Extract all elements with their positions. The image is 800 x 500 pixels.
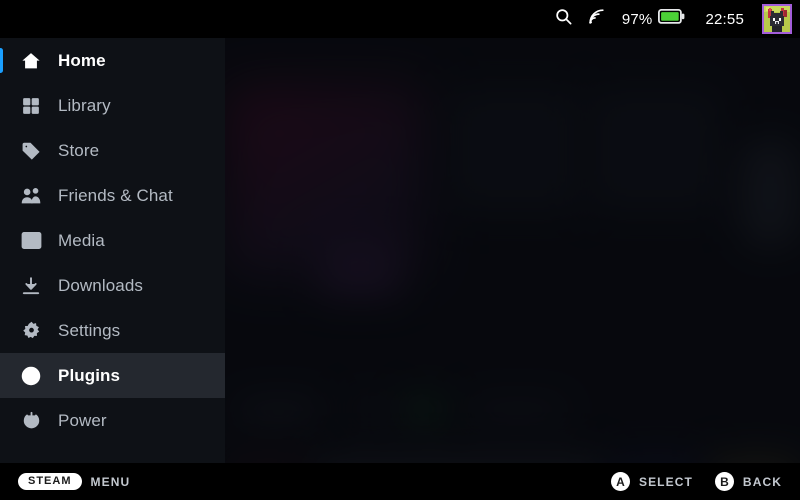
home-icon (20, 50, 42, 72)
main-menu-sidebar: Home Library Store Friends & Chat Media … (0, 38, 225, 463)
a-select-hint-label: SELECT (638, 474, 693, 489)
sidebar-item-label: Plugins (58, 365, 121, 385)
footer-button-hints: STEAM MENU A SELECT B BACK (0, 463, 800, 500)
tag-icon (20, 140, 42, 162)
steam-menu-hint-label: MENU (90, 474, 131, 489)
search-button[interactable] (554, 7, 573, 31)
power-icon (20, 410, 42, 432)
user-avatar-icon (764, 6, 790, 32)
status-bar: 97% 22:55 (0, 0, 800, 38)
b-back-hint[interactable]: B BACK (714, 472, 782, 491)
image-icon (20, 230, 42, 252)
avatar[interactable] (762, 4, 792, 34)
sidebar-item-plugins[interactable]: Plugins (0, 353, 225, 398)
steam-button-badge: STEAM (18, 473, 82, 490)
network-status[interactable] (587, 7, 606, 31)
battery-percent-label: 97% (621, 10, 653, 28)
sidebar-item-store[interactable]: Store (0, 128, 225, 173)
footer-left-hints: STEAM MENU (18, 473, 130, 490)
sidebar-item-label: Media (58, 230, 105, 250)
a-select-hint[interactable]: A SELECT (610, 472, 693, 491)
clock: 22:55 (705, 11, 744, 28)
sidebar-item-friends-chat[interactable]: Friends & Chat (0, 173, 225, 218)
battery-status[interactable]: 97% (621, 8, 686, 29)
sidebar-item-label: Home (58, 50, 106, 70)
clock-label: 22:55 (705, 10, 744, 28)
b-back-hint-label: BACK (742, 474, 782, 489)
sidebar-item-downloads[interactable]: Downloads (0, 263, 225, 308)
sidebar-item-label: Library (58, 95, 111, 115)
battery-icon (658, 8, 685, 29)
selection-accent-bar (0, 48, 3, 73)
sidebar-item-label: Downloads (58, 275, 144, 295)
sidebar-item-library[interactable]: Library (0, 83, 225, 128)
friends-icon (20, 185, 42, 207)
sidebar-item-label: Friends & Chat (58, 185, 173, 205)
download-icon (20, 275, 42, 297)
a-button-badge: A (610, 472, 630, 491)
search-icon (554, 7, 573, 31)
steam-menu-hint[interactable]: STEAM MENU (18, 473, 130, 490)
wifi-icon (587, 7, 606, 31)
sidebar-item-power[interactable]: Power (0, 398, 225, 443)
plugin-icon (20, 365, 42, 387)
footer-right-hints: A SELECT B BACK (589, 472, 782, 491)
steam-deck-gaming-mode-screen: 97% 22:55 Home Library Store Friends & C… (0, 0, 800, 500)
gear-icon (20, 320, 42, 342)
sidebar-item-media[interactable]: Media (0, 218, 225, 263)
sidebar-item-label: Power (58, 410, 107, 430)
sidebar-item-label: Store (58, 140, 100, 160)
sidebar-item-label: Settings (58, 320, 121, 340)
grid-icon (20, 95, 42, 117)
sidebar-item-settings[interactable]: Settings (0, 308, 225, 353)
b-button-badge: B (714, 472, 734, 491)
sidebar-item-home[interactable]: Home (0, 38, 225, 83)
